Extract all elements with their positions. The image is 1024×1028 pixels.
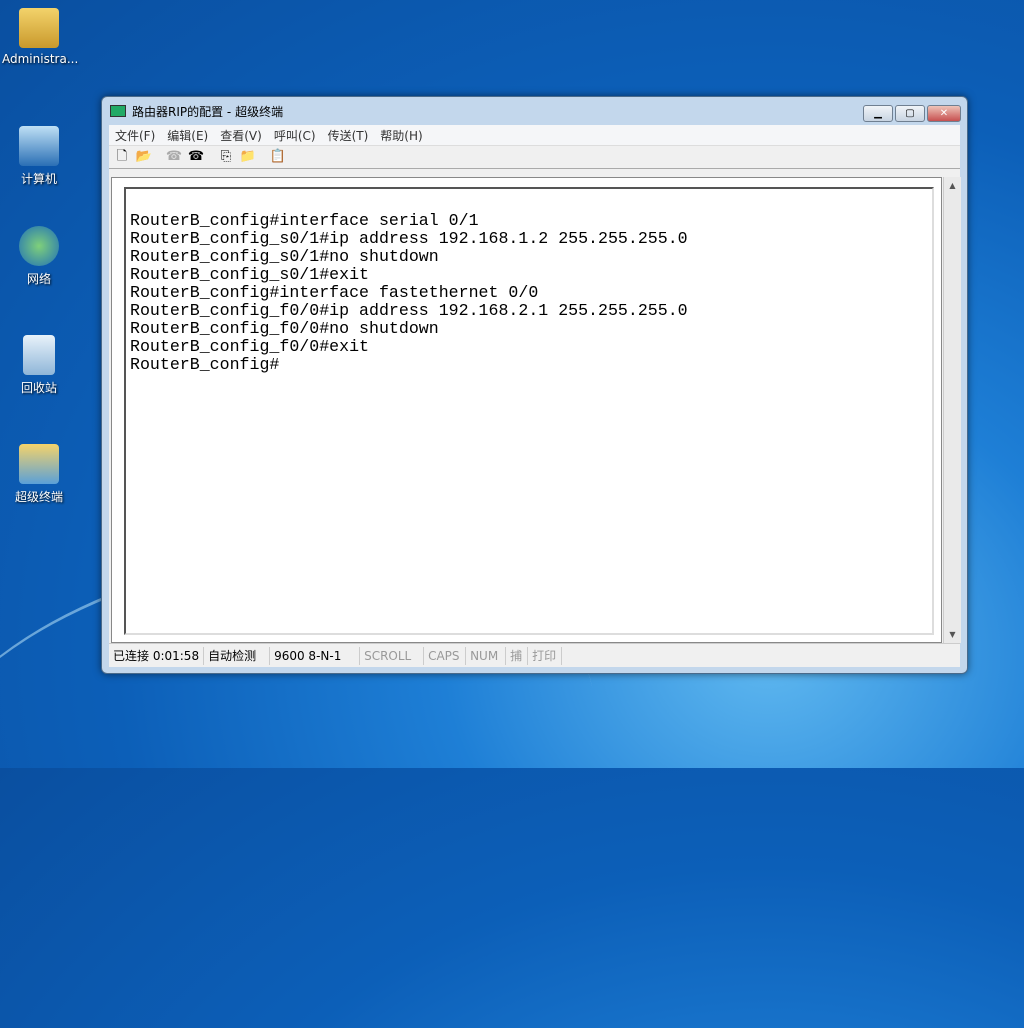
icon-label: 计算机 <box>20 172 57 186</box>
status-num: NUM <box>466 646 507 665</box>
computer-icon <box>19 126 59 166</box>
terminal-line: RouterB_config_s0/1#ip address 192.168.1… <box>130 229 688 248</box>
dial-icon[interactable]: ☎ <box>187 148 205 166</box>
disconnect-icon[interactable]: ☎ <box>165 148 183 166</box>
status-caps: CAPS <box>424 646 467 665</box>
terminal-line: RouterB_config_f0/0#exit <box>130 337 369 356</box>
terminal-line: RouterB_config_f0/0#no shutdown <box>130 319 439 338</box>
hyperterminal-window: 路由器RIP的配置 - 超级终端 ▁ ▢ ✕ 文件(F) 编辑(E) 查看(V)… <box>101 96 968 674</box>
icon-label: 回收站 <box>20 381 57 395</box>
terminal-line: RouterB_config_s0/1#no shutdown <box>130 247 439 266</box>
status-connected: 已连接 0:01:58 <box>109 646 205 665</box>
send-icon[interactable]: ⎘ <box>217 148 235 166</box>
app-icon <box>110 105 126 117</box>
properties-icon[interactable]: 📋 <box>269 148 287 166</box>
desktop-icon-recycle-bin[interactable]: 回收站 <box>2 335 76 396</box>
desktop-icon-computer[interactable]: 计算机 <box>2 126 76 187</box>
terminal-area[interactable]: RouterB_config#interface serial 0/1 Route… <box>111 177 942 643</box>
title-bar[interactable]: 路由器RIP的配置 - 超级终端 <box>102 97 967 125</box>
menu-bar: 文件(F) 编辑(E) 查看(V) 呼叫(C) 传送(T) 帮助(H) <box>109 125 960 145</box>
menu-help[interactable]: 帮助(H) <box>374 125 428 145</box>
terminal-line: RouterB_config#interface fastethernet 0/… <box>130 283 539 302</box>
icon-label: 网络 <box>26 272 51 286</box>
desktop-icon-hyperterminal[interactable]: 超级终端 <box>2 444 76 505</box>
scroll-down-arrow[interactable]: ▼ <box>944 626 961 643</box>
desktop-icon-administrator[interactable]: Administra... <box>2 8 79 66</box>
status-bar: 已连接 0:01:58 自动检测 9600 8-N-1 SCROLL CAPS … <box>109 643 960 667</box>
user-folder-icon <box>19 8 59 48</box>
menu-edit[interactable]: 编辑(E) <box>161 125 214 145</box>
menu-file[interactable]: 文件(F) <box>109 125 161 145</box>
desktop-icon-network[interactable]: 网络 <box>2 226 76 287</box>
hyperterminal-icon <box>19 444 59 484</box>
maximize-button[interactable]: ▢ <box>895 105 925 122</box>
recycle-bin-icon <box>23 335 55 375</box>
status-detect: 自动检测 <box>204 646 271 665</box>
terminal-line: RouterB_config_s0/1#exit <box>130 265 369 284</box>
open-icon[interactable]: 📂 <box>135 148 153 166</box>
new-icon[interactable]: 🗋 <box>113 148 131 166</box>
scroll-up-arrow[interactable]: ▲ <box>944 177 961 194</box>
receive-icon[interactable]: 📁 <box>239 148 257 166</box>
terminal-line: RouterB_config#interface serial 0/1 <box>130 211 479 230</box>
vertical-scrollbar[interactable]: ▲ ▼ <box>943 177 961 643</box>
icon-label: Administra... <box>2 52 79 66</box>
icon-label: 超级终端 <box>14 490 63 504</box>
minimize-button[interactable]: ▁ <box>863 105 893 122</box>
terminal-line: RouterB_config_f0/0#ip address 192.168.2… <box>130 301 688 320</box>
toolbar: 🗋 📂 ☎ ☎ ⎘ 📁 📋 <box>109 145 960 169</box>
menu-call[interactable]: 呼叫(C) <box>268 125 322 145</box>
menu-transfer[interactable]: 传送(T) <box>322 125 375 145</box>
close-button[interactable]: ✕ <box>927 105 961 122</box>
terminal-output: RouterB_config#interface serial 0/1 Route… <box>130 212 688 374</box>
network-icon <box>19 226 59 266</box>
status-baud: 9600 8-N-1 <box>270 646 361 665</box>
status-print: 打印 <box>528 646 563 665</box>
menu-view[interactable]: 查看(V) <box>214 125 268 145</box>
status-scroll: SCROLL <box>360 646 425 665</box>
status-capture: 捕 <box>506 646 529 665</box>
terminal-line: RouterB_config# <box>130 355 280 374</box>
window-title: 路由器RIP的配置 - 超级终端 <box>132 104 284 119</box>
terminal-screen: RouterB_config#interface serial 0/1 Route… <box>124 187 934 635</box>
